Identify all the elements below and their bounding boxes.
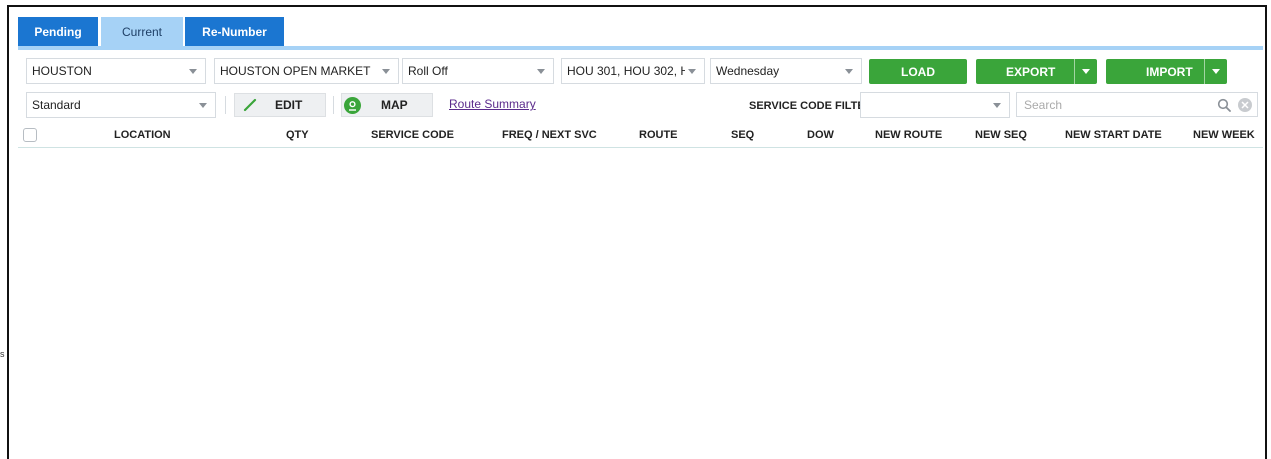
tab-pending[interactable]: Pending — [18, 17, 98, 47]
toolbar-divider — [333, 96, 334, 114]
toolbar-divider — [225, 96, 226, 114]
chevron-down-icon — [382, 69, 390, 74]
day-select-value: Wednesday — [716, 64, 780, 78]
chevron-down-icon — [688, 69, 696, 74]
search-placeholder: Search — [1024, 97, 1063, 112]
view-mode-select-value: Standard — [32, 98, 81, 112]
route-summary-link[interactable]: Route Summary — [449, 97, 536, 111]
tab-current[interactable]: Current — [101, 17, 183, 47]
service-type-select[interactable]: Roll Off — [402, 58, 554, 84]
edit-button-label: EDIT — [275, 98, 303, 112]
edge-glyph: s — [0, 349, 5, 359]
column-header-seq[interactable]: SEQ — [731, 129, 754, 141]
column-header-route[interactable]: ROUTE — [639, 129, 678, 141]
region-select-value: HOUSTON — [32, 64, 92, 78]
import-button-label: IMPORT — [1146, 64, 1193, 79]
service-type-select-value: Roll Off — [408, 64, 448, 78]
chevron-down-icon — [993, 103, 1001, 108]
market-select-value: HOUSTON OPEN MARKET — [220, 64, 371, 78]
column-header-freq-next-svc[interactable]: FREQ / NEXT SVC — [502, 129, 597, 141]
import-dropdown-toggle[interactable] — [1204, 59, 1227, 84]
chevron-down-icon — [199, 103, 207, 108]
view-mode-select[interactable]: Standard — [26, 92, 216, 118]
tab-re-number[interactable]: Re-Number — [185, 17, 284, 47]
search-input[interactable]: Search — [1016, 92, 1258, 117]
column-header-qty[interactable]: QTY — [286, 129, 309, 141]
import-button[interactable]: IMPORT — [1106, 59, 1227, 84]
map-pin-icon — [344, 96, 361, 114]
routes-select[interactable]: HOU 301, HOU 302, H — [561, 58, 705, 84]
clear-icon[interactable] — [1238, 98, 1252, 112]
day-select[interactable]: Wednesday — [710, 58, 862, 84]
export-dropdown-toggle[interactable] — [1074, 59, 1097, 84]
market-select[interactable]: HOUSTON OPEN MARKET — [214, 58, 399, 84]
column-header-new-seq[interactable]: NEW SEQ — [975, 129, 1027, 141]
search-icon[interactable] — [1217, 98, 1231, 115]
chevron-down-icon — [845, 69, 853, 74]
load-button[interactable]: LOAD — [869, 59, 967, 84]
service-code-filter-label: SERVICE CODE FILTER — [749, 100, 873, 112]
column-header-service-code[interactable]: SERVICE CODE — [371, 129, 454, 141]
column-header-new-start-date[interactable]: NEW START DATE — [1065, 129, 1162, 141]
export-button[interactable]: EXPORT — [976, 59, 1097, 84]
chevron-down-icon — [537, 69, 545, 74]
table-header: LOCATION QTY SERVICE CODE FREQ / NEXT SV… — [18, 125, 1263, 148]
column-header-new-route[interactable]: NEW ROUTE — [875, 129, 942, 141]
edit-button[interactable]: EDIT — [234, 93, 326, 117]
routes-select-value: HOU 301, HOU 302, H — [567, 64, 685, 78]
pencil-icon — [241, 96, 259, 114]
chevron-down-icon — [189, 69, 197, 74]
tab-bar: Pending Current Re-Number — [18, 17, 284, 48]
caret-down-icon — [1082, 69, 1090, 74]
caret-down-icon — [1212, 69, 1220, 74]
map-button-label: MAP — [381, 98, 408, 112]
region-select[interactable]: HOUSTON — [26, 58, 206, 84]
tab-underline — [18, 46, 1263, 50]
select-all-checkbox[interactable] — [23, 128, 37, 142]
column-header-dow[interactable]: DOW — [807, 129, 834, 141]
export-button-label: EXPORT — [1006, 64, 1056, 79]
map-button[interactable]: MAP — [341, 93, 433, 117]
column-header-new-week[interactable]: NEW WEEK — [1193, 129, 1255, 141]
table-body — [18, 148, 1263, 459]
service-code-filter-select[interactable] — [860, 92, 1010, 118]
column-header-location[interactable]: LOCATION — [114, 129, 171, 141]
